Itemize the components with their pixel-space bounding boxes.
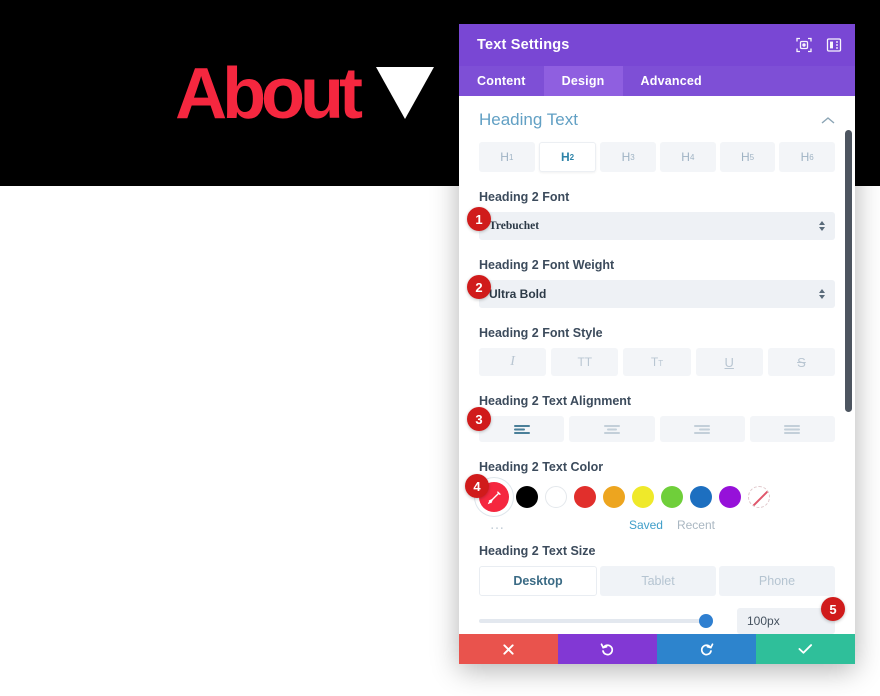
heading-level-selector: H1 H2 H3 H4 H5 H6 [459,142,855,172]
h5-label: H [740,150,750,164]
underline-icon[interactable]: U [695,348,763,376]
chevron-updown-icon [819,289,825,299]
tab-design[interactable]: Design [543,66,623,96]
annotation-badge-3: 3 [467,407,491,431]
cancel-button[interactable] [459,634,558,664]
heading-font-select[interactable]: Trebuchet [479,212,835,240]
swatch-black[interactable] [516,486,538,508]
swatch-yellow[interactable] [632,486,654,508]
heading-level-h5[interactable]: H5 [719,142,776,172]
text-size-slider-row: 100px 5 [459,596,855,634]
triangle-down-icon [376,67,434,119]
h2-sub: 2 [569,152,575,162]
annotation-badge-5: 5 [821,597,845,621]
field-heading-font-style: Heading 2 Font Style I TT TT U S [459,308,855,376]
chevron-updown-icon [819,221,825,231]
device-tab-phone[interactable]: Phone [719,566,835,596]
h6-sub: 6 [809,152,814,162]
field-heading-text-alignment: Heading 2 Text Alignment 3 [459,376,855,442]
modal-tabs: Content Design Advanced [459,66,855,96]
heading-level-h4[interactable]: H4 [660,142,716,172]
heading-font-weight-value: Ultra Bold [489,287,547,301]
heading-font-weight-select[interactable]: Ultra Bold [479,280,835,308]
text-size-value-input[interactable]: 100px [737,608,835,634]
align-left-icon[interactable] [479,416,565,442]
heading-level-h3[interactable]: H3 [600,142,657,172]
annotation-badge-2: 2 [467,275,491,299]
h4-sub: 4 [689,152,695,162]
page-heading: About [175,54,363,134]
section-title: Heading Text [479,110,578,129]
section-heading-text[interactable]: Heading Text [459,96,855,142]
h5-sub: 5 [749,152,755,162]
h1-label: H [500,150,509,164]
field-heading-text-color: Heading 2 Text Color … Saved Recent 4 [459,442,855,532]
text-settings-modal: Text Settings Content Design Advanced He… [459,24,855,664]
strikethrough-icon[interactable]: S [767,348,836,376]
redo-button[interactable] [657,634,756,664]
swatch-blue[interactable] [690,486,712,508]
uppercase-icon[interactable]: TT [551,348,619,376]
field-heading-font-weight: Heading 2 Font Weight Ultra Bold 2 [459,240,855,308]
h3-label: H [621,150,631,164]
text-size-slider[interactable] [479,614,714,628]
annotation-badge-1: 1 [467,207,491,231]
heading-level-h6[interactable]: H6 [779,142,836,172]
device-tab-tablet[interactable]: Tablet [600,566,716,596]
heading-font-weight-label: Heading 2 Font Weight [479,258,615,272]
recent-colors-tab[interactable]: Recent [677,518,715,532]
h1-sub: 1 [508,152,514,162]
more-dots-icon[interactable]: … [479,517,517,532]
annotation-badge-4: 4 [465,474,489,498]
swatch-none[interactable] [748,486,770,508]
text-size-slider-handle[interactable] [699,614,714,628]
h2-label: H [560,150,570,164]
tab-content[interactable]: Content [459,66,544,96]
chevron-up-icon[interactable] [821,114,835,127]
italic-icon[interactable]: I [479,348,547,376]
align-justify-icon[interactable] [749,416,835,442]
focus-mode-icon[interactable] [795,36,813,54]
screen: About Text Settings Content Design Advan… [0,0,880,696]
save-button[interactable] [756,634,855,664]
h3-sub: 3 [630,152,635,162]
layout-panel-icon[interactable] [825,36,843,54]
modal-header: Text Settings [459,24,855,66]
heading-text-size-label: Heading 2 Text Size [479,544,596,558]
field-heading-text-size: Heading 2 Text Size Desktop Tablet Phone [459,532,855,596]
heading-text-color-label: Heading 2 Text Color [479,460,604,474]
swatch-orange[interactable] [603,486,625,508]
align-right-icon[interactable] [659,416,745,442]
device-tab-desktop[interactable]: Desktop [479,566,597,596]
heading-level-h2[interactable]: H2 [538,142,597,172]
tab-advanced[interactable]: Advanced [623,66,720,96]
modal-title: Text Settings [477,37,570,53]
heading-font-value: Trebuchet [489,220,540,232]
saved-colors-tab[interactable]: Saved [629,518,663,532]
scrollbar-thumb[interactable] [845,130,852,412]
smallcaps-icon[interactable]: TT [623,348,691,376]
h4-label: H [681,150,690,164]
heading-font-label: Heading 2 Font [479,190,570,204]
align-center-icon[interactable] [569,416,655,442]
swatch-white[interactable] [545,486,567,508]
swatch-purple[interactable] [719,486,741,508]
h6-label: H [800,150,810,164]
swatch-green[interactable] [661,486,683,508]
field-heading-font: Heading 2 Font Trebuchet 1 [459,172,855,240]
modal-footer [459,634,855,664]
heading-alignment-label: Heading 2 Text Alignment [479,394,632,408]
swatch-red[interactable] [574,486,596,508]
undo-button[interactable] [558,634,657,664]
heading-level-h1[interactable]: H1 [479,142,535,172]
settings-scroll-area: Heading Text H1 H2 H3 H4 H5 H 6 Heading … [459,96,855,634]
heading-font-style-label: Heading 2 Font Style [479,326,603,340]
